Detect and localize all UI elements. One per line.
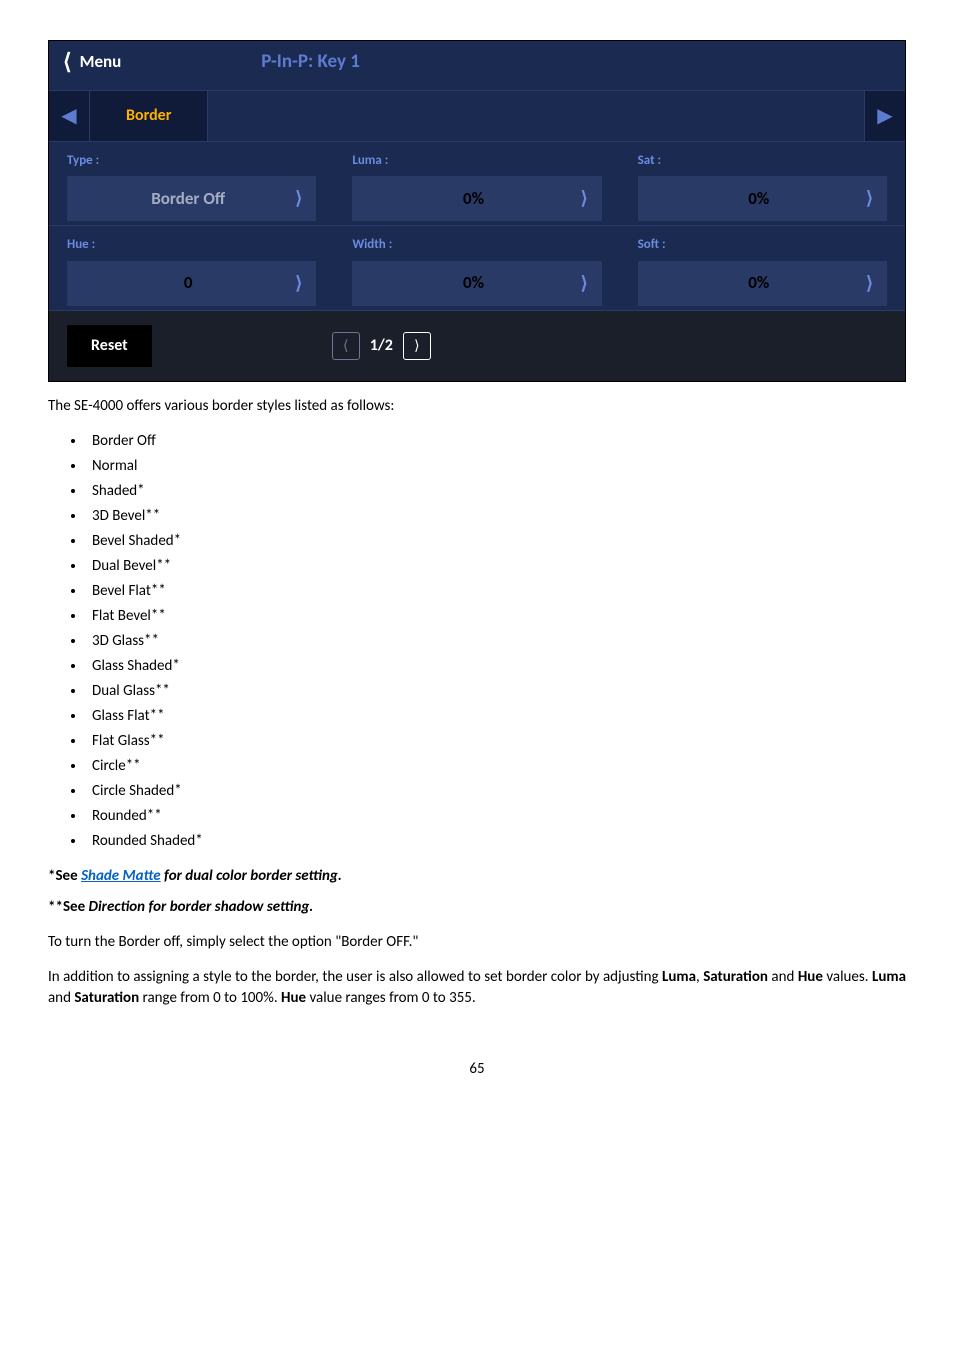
chevron-right-icon: ⟩: [295, 271, 302, 296]
triangle-right-icon: ▶: [877, 102, 892, 130]
list-item: Border Off: [86, 431, 906, 452]
value-text: 0%: [652, 271, 866, 295]
tab-prev[interactable]: ◀: [49, 91, 90, 141]
chevron-right-icon: ⟩: [581, 271, 588, 296]
tab-label: Border: [126, 106, 171, 125]
list-item: Shaded*: [86, 481, 906, 502]
chevron-left-icon: ⟨: [343, 336, 348, 356]
list-item: Dual Glass**: [86, 681, 906, 702]
back-label: Menu: [80, 50, 122, 74]
tab-next[interactable]: ▶: [864, 91, 905, 141]
list-item: Circle**: [86, 756, 906, 777]
list-item: Dual Bevel**: [86, 556, 906, 577]
list-item: Bevel Shaded*: [86, 531, 906, 552]
field-label: Type :: [67, 152, 316, 170]
field-label: Hue :: [67, 236, 316, 254]
panel-footer: Reset ⟨ 1/2 ⟩: [49, 310, 905, 381]
field-label: Luma :: [352, 152, 601, 170]
list-item: Flat Bevel**: [86, 606, 906, 627]
field-soft: Soft : 0% ⟩: [620, 225, 905, 309]
panel-title: P-In-P: Key 1: [261, 49, 360, 76]
note1-pre: *See: [48, 867, 81, 885]
field-value-luma[interactable]: 0% ⟩: [352, 176, 601, 221]
value-text: Border Off: [81, 187, 295, 211]
field-label: Width :: [352, 236, 601, 254]
shade-matte-link[interactable]: Shade Matte: [81, 867, 161, 885]
list-item: Normal: [86, 456, 906, 477]
border-color-text: In addition to assigning a style to the …: [48, 967, 906, 1009]
field-value-sat[interactable]: 0% ⟩: [638, 176, 887, 221]
border-off-text: To turn the Border off, simply select th…: [48, 932, 906, 953]
chevron-right-icon: ⟩: [866, 271, 873, 296]
styles-list: Border Off Normal Shaded* 3D Bevel** Bev…: [86, 431, 906, 852]
pager: ⟨ 1/2 ⟩: [332, 332, 431, 360]
pager-next[interactable]: ⟩: [403, 332, 431, 360]
field-type: Type : Border Off ⟩: [49, 141, 334, 225]
tab-border[interactable]: Border: [90, 91, 208, 141]
triangle-left-icon: ◀: [61, 102, 76, 130]
value-text: 0%: [366, 271, 580, 295]
pager-prev[interactable]: ⟨: [332, 332, 360, 360]
field-value-type[interactable]: Border Off ⟩: [67, 176, 316, 221]
field-sat: Sat : 0% ⟩: [620, 141, 905, 225]
reset-label: Reset: [91, 336, 128, 355]
fields-grid: Type : Border Off ⟩ Luma : 0% ⟩ Sat : 0%…: [49, 141, 905, 310]
field-luma: Luma : 0% ⟩: [334, 141, 619, 225]
list-item: Glass Flat**: [86, 706, 906, 727]
field-label: Sat :: [638, 152, 887, 170]
list-item: Glass Shaded*: [86, 656, 906, 677]
back-button[interactable]: ⟨ Menu: [63, 50, 121, 74]
chevron-right-icon: ⟩: [295, 186, 302, 211]
value-text: 0%: [652, 187, 866, 211]
list-item: Bevel Flat**: [86, 581, 906, 602]
field-value-soft[interactable]: 0% ⟩: [638, 261, 887, 306]
chevron-left-icon: ⟨: [63, 51, 72, 73]
list-item: 3D Glass**: [86, 631, 906, 652]
note1-post: for dual color border setting: [161, 867, 338, 885]
panel-header: ⟨ Menu P-In-P: Key 1: [49, 41, 905, 90]
page-number: 65: [48, 1059, 906, 1080]
reset-button[interactable]: Reset: [67, 325, 152, 367]
value-text: 0: [81, 271, 295, 295]
field-value-hue[interactable]: 0 ⟩: [67, 261, 316, 306]
pager-number: 1/2: [370, 335, 393, 357]
list-item: Circle Shaded*: [86, 781, 906, 802]
list-item: 3D Bevel**: [86, 506, 906, 527]
note-direction: **See Direction for border shadow settin…: [48, 897, 906, 918]
settings-panel: ⟨ Menu P-In-P: Key 1 ◀ Border ▶ Type : B…: [48, 40, 906, 382]
list-item: Rounded Shaded*: [86, 831, 906, 852]
intro-text: The SE-4000 offers various border styles…: [48, 396, 906, 417]
chevron-right-icon: ⟩: [866, 186, 873, 211]
list-item: Flat Glass**: [86, 731, 906, 752]
field-label: Soft :: [638, 236, 887, 254]
field-value-width[interactable]: 0% ⟩: [352, 261, 601, 306]
list-item: Rounded**: [86, 806, 906, 827]
tab-bar: ◀ Border ▶: [49, 90, 905, 141]
field-width: Width : 0% ⟩: [334, 225, 619, 309]
chevron-right-icon: ⟩: [414, 336, 419, 356]
field-hue: Hue : 0 ⟩: [49, 225, 334, 309]
chevron-right-icon: ⟩: [581, 186, 588, 211]
note-shade-matte: *See Shade Matte for dual color border s…: [48, 866, 906, 887]
value-text: 0%: [366, 187, 580, 211]
